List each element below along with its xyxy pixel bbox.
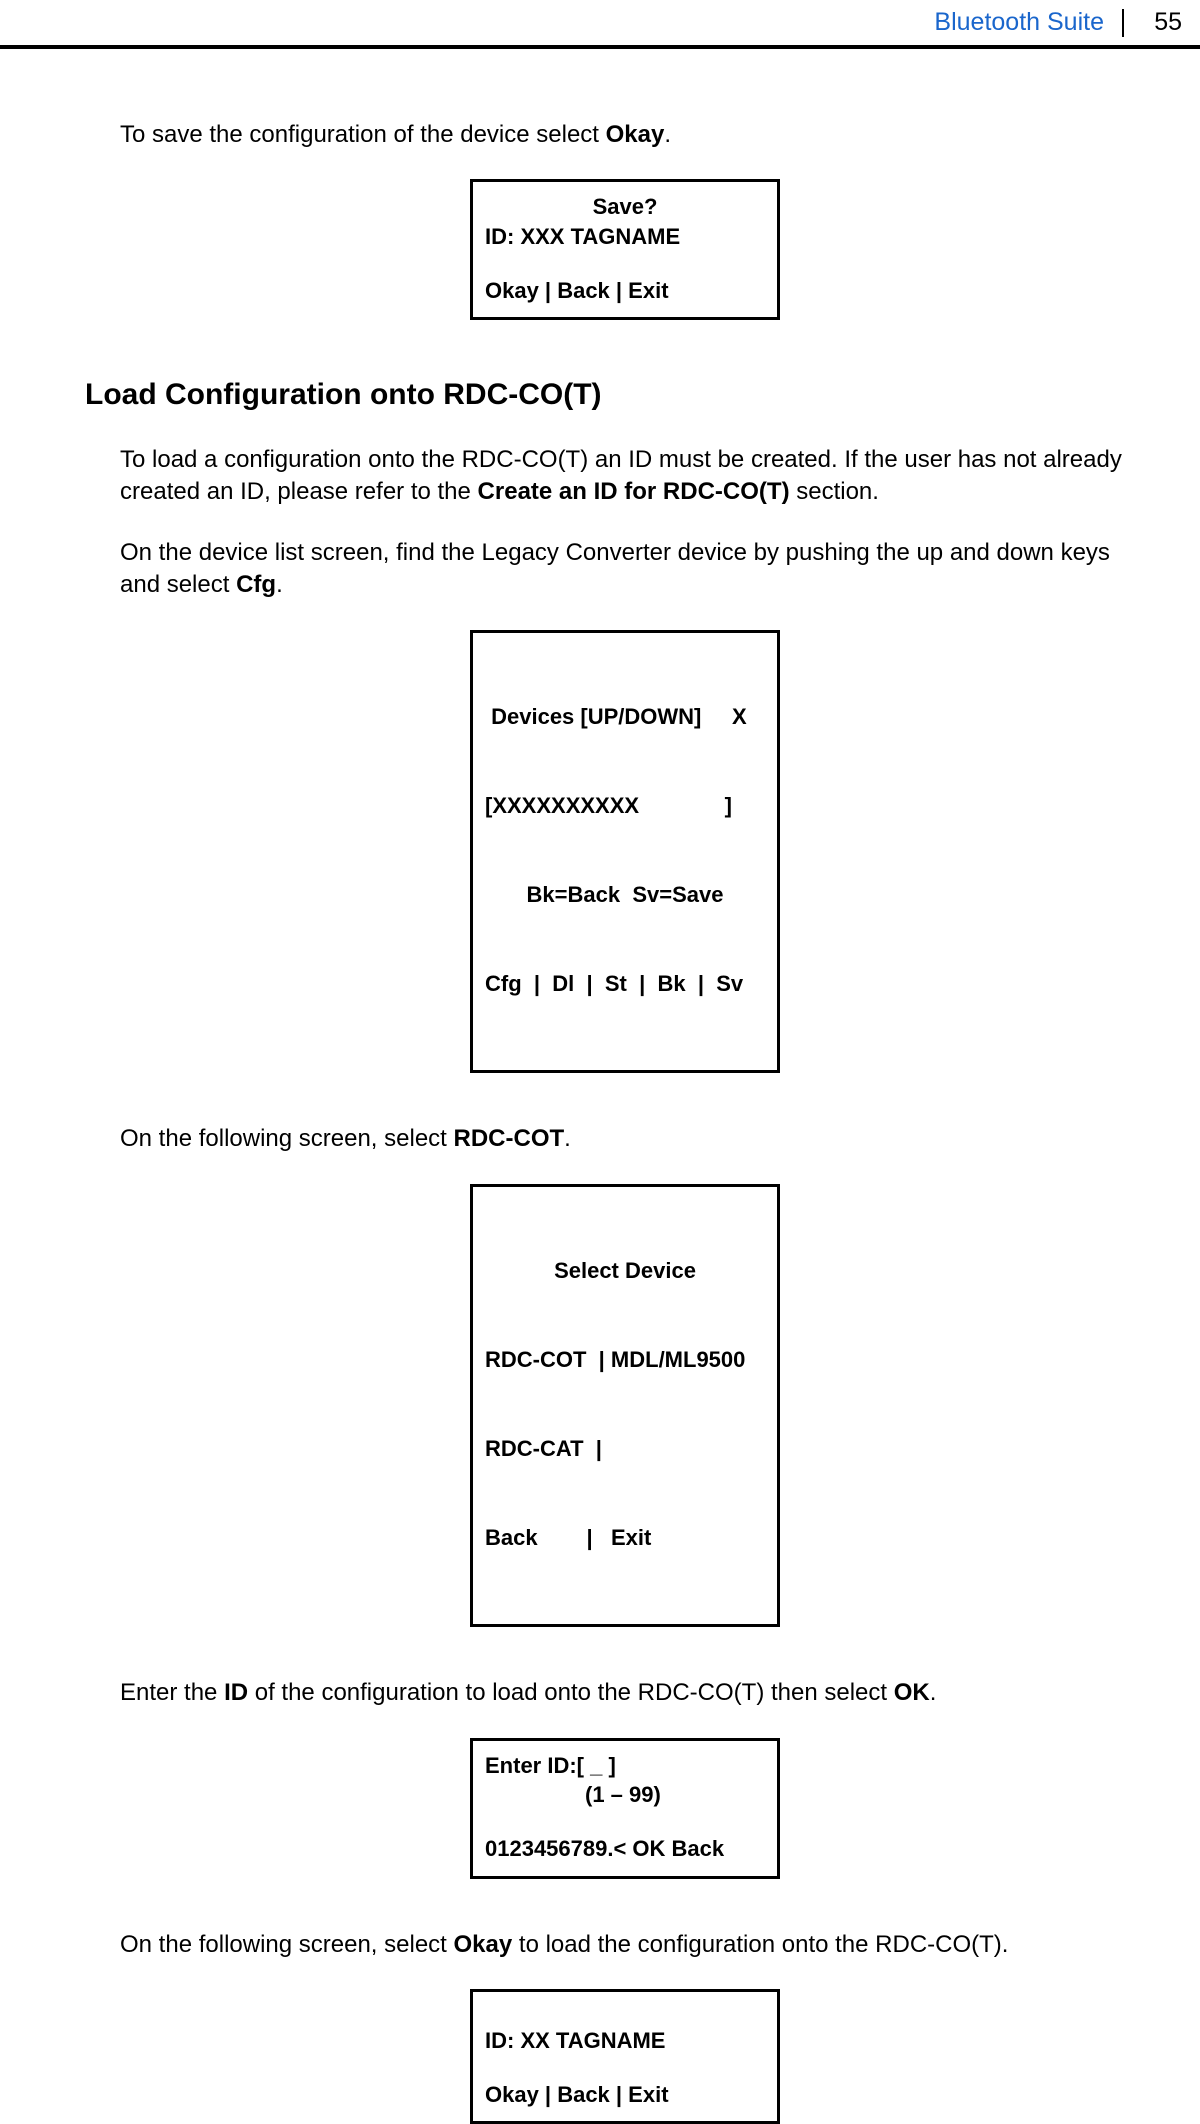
screen-line: Okay | Back | Exit [485, 2080, 765, 2110]
screen-line: Okay | Back | Exit [485, 276, 765, 306]
text: of the configuration to load onto the RD… [248, 1679, 894, 1706]
text: Enter the [120, 1679, 224, 1706]
screen-line: Cfg | Dl | St | Bk | Sv [485, 969, 765, 999]
text: . [664, 121, 671, 148]
text-bold: Okay [454, 1931, 513, 1958]
screen-line: 0123456789.< OK Back [485, 1834, 765, 1864]
screen-blank [485, 2002, 765, 2026]
text: section. [790, 478, 879, 505]
paragraph-save-config: To save the configuration of the device … [120, 119, 1130, 151]
text: . [930, 1679, 937, 1706]
text-bold: Okay [606, 121, 665, 148]
page-header: Bluetooth Suite 55 [0, 0, 1200, 49]
screen-line: Select Device [485, 1256, 765, 1286]
screen-blank [485, 2056, 765, 2080]
screen-blank [485, 252, 765, 276]
text: On the following screen, select [120, 1125, 454, 1152]
text: To save the configuration of the device … [120, 121, 606, 148]
screen-blank [485, 1810, 765, 1834]
paragraph-enter-id: Enter the ID of the configuration to loa… [120, 1677, 1130, 1709]
paragraph-select-rdccot: On the following screen, select RDC-COT. [120, 1123, 1130, 1155]
screen-line: (1 – 99) [485, 1780, 765, 1810]
paragraph-device-list: On the device list screen, find the Lega… [120, 537, 1130, 602]
page-content: To save the configuration of the device … [0, 49, 1200, 2124]
screen-save: Save? ID: XXX TAGNAME Okay | Back | Exit [470, 179, 780, 320]
text: to load the configuration onto the RDC-C… [512, 1931, 1008, 1958]
text-bold: OK [894, 1679, 930, 1706]
screen-line: RDC-CAT | [485, 1434, 765, 1464]
header-divider [1122, 9, 1124, 37]
header-title: Bluetooth Suite [934, 8, 1104, 37]
screen-line: Devices [UP/DOWN] X [485, 702, 765, 732]
screen-line: [XXXXXXXXXX ] [485, 791, 765, 821]
text-bold: Cfg [236, 571, 276, 598]
text-bold: Create an ID for RDC-CO(T) [478, 478, 790, 505]
section-heading-load-config: Load Configuration onto RDC-CO(T) [85, 375, 1130, 416]
screen-line: ID: XXX TAGNAME [485, 222, 765, 252]
screen-line: Bk=Back Sv=Save [485, 880, 765, 910]
text: On the following screen, select [120, 1931, 454, 1958]
text-bold: RDC-COT [454, 1125, 565, 1152]
paragraph-confirm-load: On the following screen, select Okay to … [120, 1929, 1130, 1961]
screen-line: RDC-COT | MDL/ML9500 [485, 1345, 765, 1375]
screen-enter-id: Enter ID:[ _ ] (1 – 99) 0123456789.< OK … [470, 1738, 780, 1879]
paragraph-load-intro: To load a configuration onto the RDC-CO(… [120, 444, 1130, 509]
screen-select-device: Select Device RDC-COT | MDL/ML9500 RDC-C… [470, 1184, 780, 1628]
header-page-number: 55 [1142, 8, 1182, 37]
text: . [564, 1125, 571, 1152]
screen-line: Save? [485, 192, 765, 222]
screen-line: Enter ID:[ _ ] [485, 1751, 765, 1781]
screen-devices: Devices [UP/DOWN] X [XXXXXXXXXX ] Bk=Bac… [470, 630, 780, 1074]
text: . [276, 571, 283, 598]
text-bold: ID [224, 1679, 248, 1706]
screen-line: Back | Exit [485, 1523, 765, 1553]
screen-line: ID: XX TAGNAME [485, 2026, 765, 2056]
screen-load-confirm: ID: XX TAGNAME Okay | Back | Exit [470, 1989, 780, 2124]
